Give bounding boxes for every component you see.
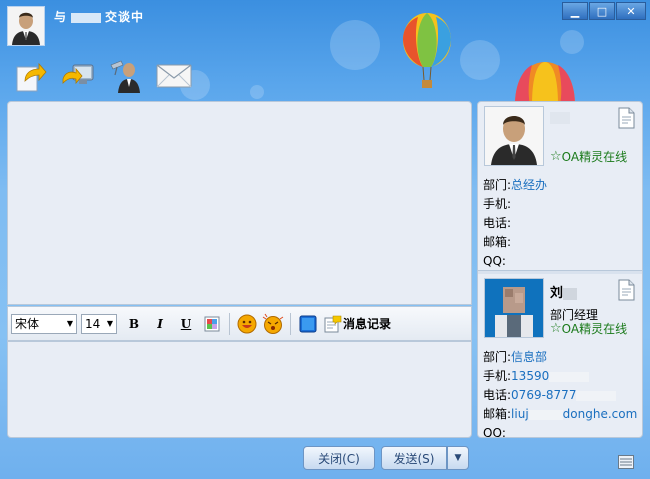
star-icon: ☆ xyxy=(550,321,562,336)
avatar[interactable] xyxy=(484,278,544,338)
status-badge: ☆ OA精灵在线 xyxy=(550,320,627,337)
email-value[interactable]: liuj donghe.com xyxy=(511,407,637,421)
toolbar-divider xyxy=(229,312,230,335)
shake-face-icon xyxy=(262,313,284,334)
toolbar-divider xyxy=(290,312,291,335)
status-text: OA精灵在线 xyxy=(561,150,628,164)
chevron-down-icon: ▼ xyxy=(106,319,113,328)
balloon-decoration-icon xyxy=(403,13,451,88)
maximize-button[interactable]: □ xyxy=(589,2,615,20)
remote-desktop-button[interactable] xyxy=(60,58,96,94)
contact-card-self: ☆ OA精灵在线 部门:总经办 手机: 电话: 邮箱: QQ: xyxy=(478,102,642,270)
dept-label: 部门: xyxy=(483,350,512,364)
redacted-name xyxy=(71,12,102,23)
phone-label: 电话: xyxy=(483,388,512,402)
close-button[interactable]: 关闭(C) xyxy=(303,446,375,470)
video-chat-button[interactable] xyxy=(108,58,144,94)
status-text: OA精灵在线 xyxy=(561,322,628,336)
mobile-label: 手机: xyxy=(483,369,512,383)
dept-value[interactable]: 信息部 xyxy=(511,350,547,364)
toolbar xyxy=(12,58,192,94)
remote-desktop-icon xyxy=(62,64,94,85)
redacted-text xyxy=(549,371,590,382)
qq-label: QQ: xyxy=(483,254,506,268)
contact-avatar[interactable] xyxy=(7,6,45,46)
email-icon xyxy=(156,64,192,88)
send-file-button[interactable] xyxy=(12,58,48,94)
document-icon[interactable] xyxy=(616,279,636,301)
mobile-label: 手机: xyxy=(483,197,512,211)
video-chat-icon xyxy=(110,60,140,93)
font-size-value: 14 xyxy=(85,316,101,331)
title-suffix: 交谈中 xyxy=(105,10,145,24)
font-family-select[interactable]: 宋体 ▼ xyxy=(11,313,77,334)
emoticon-button[interactable] xyxy=(236,313,258,335)
redacted-name xyxy=(550,111,570,124)
message-history-label: 消息记录 xyxy=(343,317,392,331)
bold-button[interactable]: B xyxy=(123,313,145,335)
status-badge: ☆ OA精灵在线 xyxy=(550,148,627,165)
email-value-end: donghe.com xyxy=(562,407,638,421)
message-history-icon xyxy=(324,315,342,332)
message-input[interactable] xyxy=(7,341,472,438)
redacted-name xyxy=(563,287,578,300)
title-prefix: 与 xyxy=(54,10,68,24)
chat-window: 与 交谈中 ▁ □ ✕ 宋体 ▼ 14 ▼ B I U 消息记录 关闭(C) 发送… xyxy=(0,0,650,479)
send-options-dropdown[interactable]: ▼ xyxy=(447,446,469,470)
mobile-value-text: 13590 xyxy=(511,369,550,383)
close-window-button[interactable]: ✕ xyxy=(616,2,646,20)
dept-label: 部门: xyxy=(483,178,512,192)
send-file-icon xyxy=(16,62,47,92)
bokeh-decoration xyxy=(460,40,500,80)
shake-button[interactable] xyxy=(262,313,284,335)
message-history-pane[interactable] xyxy=(7,101,472,305)
font-family-value: 宋体 xyxy=(15,317,40,331)
redacted-text xyxy=(576,390,617,401)
contact-card-other: 刘 部门经理 ☆ OA精灵在线 部门:信息部 手机:13590 电话:0769-… xyxy=(478,274,642,438)
mobile-value: 13590 xyxy=(511,369,590,383)
email-label: 邮箱: xyxy=(483,407,512,421)
star-icon: ☆ xyxy=(550,149,562,164)
dept-value[interactable]: 总经办 xyxy=(511,178,547,192)
chevron-down-icon: ▼ xyxy=(66,319,73,328)
window-title: 与 交谈中 xyxy=(54,8,144,25)
contact-name-text: 刘 xyxy=(550,286,564,301)
send-button[interactable]: 发送(S) xyxy=(381,446,447,470)
balloon-decoration-icon xyxy=(515,62,575,105)
bokeh-decoration xyxy=(330,20,380,70)
email-value-start: liuj xyxy=(511,407,529,421)
panel-toggle-icon[interactable] xyxy=(618,455,634,469)
smiley-icon xyxy=(237,314,257,333)
avatar[interactable] xyxy=(484,106,544,166)
person-icon xyxy=(485,107,543,165)
bokeh-decoration xyxy=(560,30,584,54)
document-icon[interactable] xyxy=(616,107,636,129)
phone-value: 0769-8777 xyxy=(511,388,617,402)
contact-info-panel: ☆ OA精灵在线 部门:总经办 手机: 电话: 邮箱: QQ: 刘 部门经理 ☆… xyxy=(477,101,643,438)
qq-label: QQ: xyxy=(483,426,506,438)
message-history-button[interactable]: 消息记录 xyxy=(323,315,391,333)
bokeh-decoration xyxy=(250,85,264,99)
redacted-text xyxy=(528,409,563,420)
contact-details: 部门:信息部 手机:13590 电话:0769-8777 邮箱:liuj dong… xyxy=(483,348,637,438)
email-button[interactable] xyxy=(156,58,192,94)
phone-value-text: 0769-8777 xyxy=(511,388,577,402)
format-toolbar: 宋体 ▼ 14 ▼ B I U 消息记录 xyxy=(7,306,472,341)
contact-name xyxy=(550,110,570,125)
window-controls: ▁ □ ✕ xyxy=(561,2,646,20)
screenshot-button[interactable] xyxy=(297,313,319,335)
contact-details: 部门:总经办 手机: 电话: 邮箱: QQ: xyxy=(483,176,547,271)
person-icon xyxy=(8,7,44,45)
screenshot-icon xyxy=(299,315,317,332)
color-palette-icon xyxy=(204,316,220,331)
user-photo-icon xyxy=(485,279,543,337)
italic-button[interactable]: I xyxy=(149,313,171,335)
contact-name: 刘 xyxy=(550,282,578,301)
underline-button[interactable]: U xyxy=(175,313,197,335)
font-size-select[interactable]: 14 ▼ xyxy=(81,313,117,334)
email-label: 邮箱: xyxy=(483,235,512,249)
color-picker-button[interactable] xyxy=(201,313,223,335)
minimize-button[interactable]: ▁ xyxy=(562,2,588,20)
phone-label: 电话: xyxy=(483,216,512,230)
